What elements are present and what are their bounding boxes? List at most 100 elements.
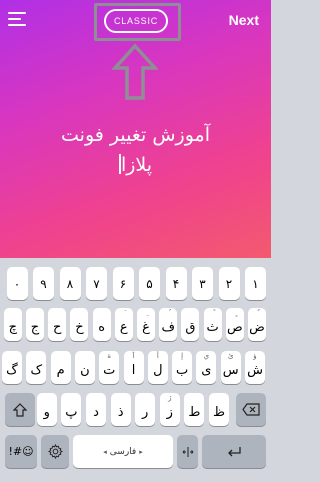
- key-secondary-label: ئ: [227, 352, 234, 360]
- key-label: ۲: [225, 276, 233, 291]
- key-secondary-label: ُ: [159, 309, 177, 317]
- story-text-line-2-content: پلازا: [120, 154, 153, 176]
- key-letter[interactable]: ٍص: [225, 308, 244, 341]
- key-letter[interactable]: ه: [92, 308, 111, 341]
- symbols-key[interactable]: !#☺: [5, 435, 37, 468]
- story-text-input[interactable]: آموزش تغییر فونت پلازا: [20, 120, 251, 180]
- story-editor-canvas[interactable]: CLASSIC Next آموزش تغییر فونت پلازا: [0, 0, 271, 258]
- key-digit[interactable]: ۱: [245, 267, 266, 300]
- settings-key[interactable]: [41, 435, 69, 468]
- key-secondary-label: َ: [115, 309, 133, 317]
- key-digit[interactable]: ۹: [33, 267, 54, 300]
- key-letter[interactable]: چ: [3, 308, 22, 341]
- key-digit[interactable]: ۵: [139, 267, 160, 300]
- shift-arrow-icon: [13, 402, 27, 417]
- story-text-line-2: پلازا: [20, 150, 251, 180]
- backspace-key[interactable]: [236, 393, 266, 426]
- key-digit[interactable]: ۰: [6, 267, 28, 300]
- key-letter[interactable]: د: [86, 393, 106, 426]
- key-letter[interactable]: ح: [48, 308, 67, 341]
- key-letter[interactable]: أل: [147, 351, 168, 384]
- key-label: ب: [175, 362, 189, 378]
- gear-icon: [47, 444, 63, 459]
- key-label: ج: [30, 319, 40, 335]
- key-label: ط: [188, 404, 201, 420]
- key-letter[interactable]: ٌض: [248, 308, 266, 341]
- key-digit[interactable]: ۳: [192, 267, 213, 300]
- key-secondary-label: ٍ: [226, 309, 244, 317]
- key-label: ا: [131, 362, 136, 378]
- key-label: ک: [30, 362, 43, 378]
- key-secondary-label: ؤ: [253, 352, 257, 360]
- key-label: ۹: [40, 276, 47, 291]
- persian-keyboard: ۱۲۳۴۵۶۷۸۹۰ٌضٍصًثقُفِغَعهخحجچؤشئسيیإبألآا…: [0, 258, 271, 482]
- key-letter[interactable]: و: [36, 393, 57, 426]
- key-label: ت: [103, 362, 116, 378]
- key-secondary-label: أ: [156, 352, 159, 360]
- key-letter[interactable]: خ: [70, 308, 89, 341]
- key-label: ص: [226, 319, 243, 335]
- space-key[interactable]: ◂ فارسی ▸: [73, 435, 173, 468]
- key-letter[interactable]: ةت: [99, 351, 120, 384]
- menu-bar: [8, 12, 26, 14]
- key-letter[interactable]: ظ: [209, 393, 229, 426]
- key-secondary-label: ي: [203, 352, 210, 360]
- key-secondary-label: إ: [181, 352, 184, 360]
- key-label: ۶: [119, 276, 127, 291]
- key-label: ق: [185, 319, 196, 335]
- key-letter[interactable]: آا: [123, 351, 144, 384]
- key-label: ۸: [66, 276, 74, 291]
- key-label: ۴: [172, 276, 180, 291]
- key-secondary-label: ِ: [137, 309, 155, 317]
- key-letter[interactable]: ُف: [159, 308, 178, 341]
- up-arrow-icon: [112, 43, 158, 100]
- key-letter[interactable]: ق: [181, 308, 200, 341]
- key-digit[interactable]: ۷: [86, 267, 107, 300]
- key-letter[interactable]: إب: [172, 351, 193, 384]
- cursor-key[interactable]: [177, 435, 198, 468]
- key-label: ز: [166, 404, 173, 420]
- key-letter[interactable]: ج: [26, 308, 44, 341]
- key-letter[interactable]: گ: [2, 351, 22, 384]
- backspace-icon: [242, 403, 260, 416]
- hamburger-menu-icon[interactable]: [8, 10, 28, 30]
- key-digit[interactable]: ۸: [59, 267, 81, 300]
- key-letter[interactable]: ژز: [159, 393, 180, 426]
- key-letter[interactable]: ن: [74, 351, 95, 384]
- space-left-chevron: ◂: [103, 447, 107, 456]
- key-letter[interactable]: پ: [61, 393, 82, 426]
- space-key-label: ◂ فارسی ▸: [100, 447, 145, 457]
- key-letter[interactable]: َع: [114, 308, 133, 341]
- key-digit[interactable]: ۲: [218, 267, 240, 300]
- key-digit[interactable]: ۶: [112, 267, 134, 300]
- key-letter[interactable]: م: [50, 351, 71, 384]
- story-text-line-1: آموزش تغییر فونت: [61, 124, 210, 146]
- key-letter[interactable]: يی: [196, 351, 217, 384]
- key-letter[interactable]: ًث: [203, 308, 222, 341]
- font-style-button[interactable]: CLASSIC: [104, 9, 168, 33]
- key-letter[interactable]: ؤش: [245, 351, 265, 384]
- key-label: ۳: [199, 276, 206, 291]
- menu-bar: [8, 18, 21, 20]
- key-letter[interactable]: ط: [184, 393, 205, 426]
- key-digit[interactable]: ۴: [165, 267, 187, 300]
- key-letter[interactable]: ِغ: [137, 308, 155, 341]
- key-label: ی: [201, 362, 212, 378]
- key-label: ح: [52, 319, 62, 335]
- key-letter[interactable]: ک: [26, 351, 47, 384]
- key-secondary-label: ً: [204, 309, 222, 317]
- key-label: غ: [142, 319, 150, 335]
- return-key[interactable]: [202, 435, 266, 468]
- key-letter[interactable]: ذ: [110, 393, 131, 426]
- shift-key[interactable]: [5, 393, 35, 426]
- key-label: گ: [6, 362, 18, 378]
- menu-bar: [8, 24, 26, 26]
- next-button[interactable]: Next: [229, 12, 259, 28]
- key-label: ث: [206, 319, 219, 335]
- key-letter[interactable]: ر: [135, 393, 156, 426]
- key-label: م: [56, 362, 65, 378]
- key-label: ۷: [93, 276, 100, 291]
- key-letter[interactable]: ئس: [220, 351, 241, 384]
- key-label: خ: [75, 319, 84, 335]
- return-icon: [228, 446, 241, 456]
